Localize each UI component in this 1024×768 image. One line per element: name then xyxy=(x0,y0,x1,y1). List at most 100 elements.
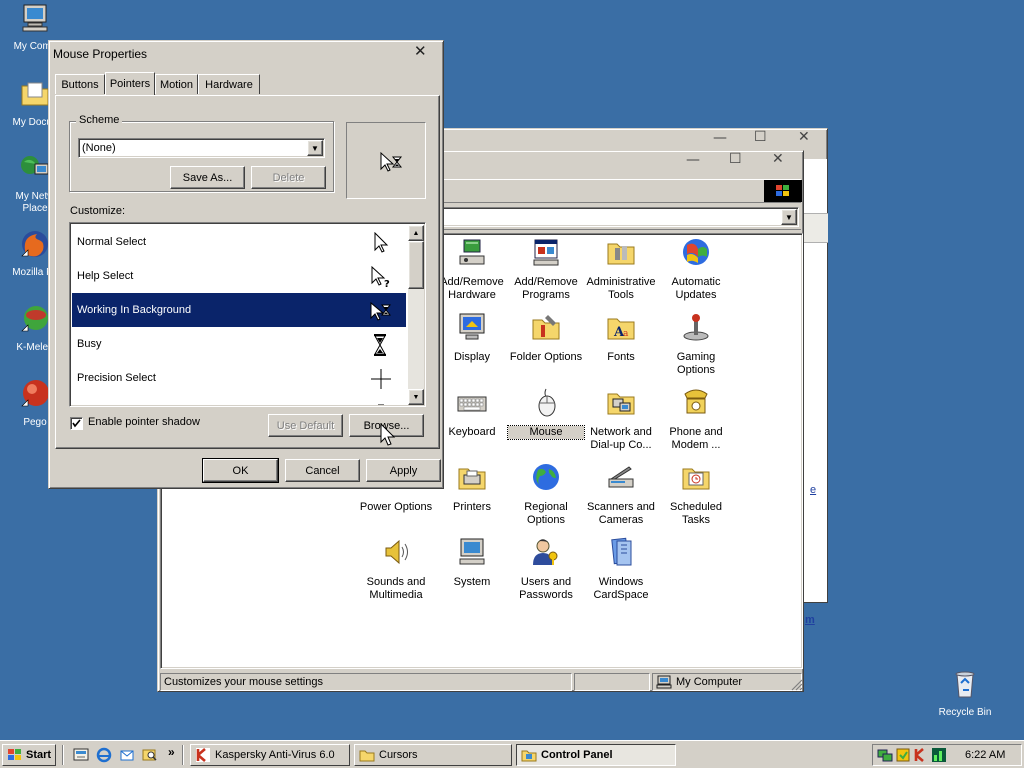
cp-item-users-passwords[interactable]: Users and Passwords xyxy=(508,536,584,602)
cp-item-mouse[interactable]: Mouse xyxy=(507,386,585,440)
customize-label: Customize: xyxy=(70,205,126,217)
cp-item-gaming-options[interactable]: Gaming Options xyxy=(658,311,734,377)
scheme-dropdown-button[interactable]: ▼ xyxy=(307,140,323,156)
cp-item-administrative-tools[interactable]: Administrative Tools xyxy=(583,236,659,302)
windows-flag-icon xyxy=(8,749,21,760)
desktop-icon-recycle-bin[interactable]: Recycle Bin xyxy=(930,668,1000,719)
minimize-icon[interactable]: — xyxy=(713,130,727,146)
cp-item-folder-options[interactable]: Folder Options xyxy=(508,311,584,364)
cp-item-label: Windows CardSpace xyxy=(593,576,649,601)
delete-button: Delete xyxy=(251,166,326,189)
pointer-row-working-in-background[interactable]: Working In Background xyxy=(72,293,406,327)
keyboard-icon xyxy=(457,396,487,412)
arrow-cursor-icon xyxy=(374,232,389,253)
cp-item-label: Sounds and Multimedia xyxy=(366,576,426,601)
task-label: Control Panel xyxy=(541,749,613,761)
taskbar: Start » Kaspersky Anti-Virus 6.0 Cursors… xyxy=(0,740,1024,768)
cp-item-windows-cardspace[interactable]: Windows CardSpace xyxy=(583,536,659,602)
quick-launch-chevron[interactable]: » xyxy=(168,745,175,759)
globe-icon xyxy=(533,464,559,490)
pointer-row-normal-select[interactable]: Normal Select xyxy=(72,225,406,259)
scheme-select[interactable]: (None) ▼ xyxy=(78,138,325,158)
cp-item-add-remove-programs[interactable]: Add/Remove Programs xyxy=(508,236,584,302)
save-as-button[interactable]: Save As... xyxy=(170,166,245,189)
svg-text:?: ? xyxy=(384,279,390,288)
kaspersky-icon xyxy=(196,748,210,762)
use-default-button: Use Default xyxy=(268,414,343,437)
maximize-icon[interactable]: ☐ xyxy=(754,129,767,145)
security-tray-icon[interactable] xyxy=(895,747,911,763)
performance-tray-icon[interactable] xyxy=(931,747,947,763)
cp-item-system[interactable]: System xyxy=(434,536,510,589)
cp-item-scanners-cameras[interactable]: Scanners and Cameras xyxy=(583,461,659,527)
status-text: Customizes your mouse settings xyxy=(164,676,323,688)
task-control-panel[interactable]: Control Panel xyxy=(516,744,676,766)
tab-buttons[interactable]: Buttons xyxy=(55,74,105,94)
start-button[interactable]: Start xyxy=(2,744,56,766)
scroll-thumb[interactable] xyxy=(408,241,424,289)
cardspace-icon xyxy=(611,537,632,566)
cp-item-label: System xyxy=(453,576,491,588)
scheduled-tasks-icon xyxy=(682,468,710,490)
outlook-express-icon[interactable] xyxy=(119,747,135,763)
network-tray-icon[interactable] xyxy=(877,747,893,763)
pointer-row-text-select[interactable] xyxy=(72,395,406,405)
cp-item-keyboard[interactable]: Keyboard xyxy=(434,386,510,439)
apply-button[interactable]: Apply xyxy=(366,459,441,482)
resize-grip-icon[interactable] xyxy=(791,679,803,691)
enable-pointer-shadow-label[interactable]: Enable pointer shadow xyxy=(88,416,200,428)
pointer-row-busy[interactable]: Busy xyxy=(72,327,406,361)
pointer-row-label: Help Select xyxy=(77,270,134,282)
windows-logo-box xyxy=(764,180,802,202)
task-cursors[interactable]: Cursors xyxy=(354,744,512,766)
pointer-list-scrollbar[interactable]: ▲ ▼ xyxy=(408,225,424,405)
tab-hardware[interactable]: Hardware xyxy=(198,74,260,94)
minimize-icon[interactable]: — xyxy=(686,152,700,168)
side-link[interactable]: e xyxy=(810,484,816,496)
zone-text: My Computer xyxy=(676,676,743,688)
show-desktop-icon[interactable] xyxy=(73,747,89,763)
scroll-up-button[interactable]: ▲ xyxy=(408,225,424,241)
internet-explorer-icon[interactable] xyxy=(96,747,112,763)
pointer-row-label: Normal Select xyxy=(77,236,147,248)
cp-item-sounds-multimedia[interactable]: Sounds and Multimedia xyxy=(358,536,434,602)
chameleon-icon xyxy=(21,306,48,332)
pointer-row-help-select[interactable]: Help Select ? xyxy=(72,259,406,293)
side-link[interactable]: m xyxy=(805,614,815,626)
windows-update-icon xyxy=(683,239,709,265)
cp-item-add-remove-hardware[interactable]: Add/Remove Hardware xyxy=(434,236,510,302)
tab-pointers[interactable]: Pointers xyxy=(105,72,155,95)
cp-item-automatic-updates[interactable]: Automatic Updates xyxy=(658,236,734,302)
cancel-button[interactable]: Cancel xyxy=(285,459,360,482)
task-kaspersky[interactable]: Kaspersky Anti-Virus 6.0 xyxy=(190,744,350,766)
cp-item-printers[interactable]: Printers xyxy=(434,461,510,514)
address-dropdown-button[interactable]: ▼ xyxy=(781,209,797,225)
clock[interactable]: 6:22 AM xyxy=(965,749,1005,761)
mouse-pointer-icon xyxy=(380,423,396,446)
pointer-row-precision-select[interactable]: Precision Select xyxy=(72,361,406,395)
ok-button[interactable]: OK xyxy=(202,458,279,483)
cp-item-scheduled-tasks[interactable]: Scheduled Tasks xyxy=(658,461,734,527)
enable-pointer-shadow-checkbox[interactable] xyxy=(70,417,83,430)
mouse-properties-dialog[interactable]: Mouse Properties ✕ Buttons Pointers Moti… xyxy=(48,40,444,489)
close-icon[interactable]: ✕ xyxy=(772,151,784,167)
cp-item-phone-modem[interactable]: Phone and Modem ... xyxy=(658,386,734,452)
close-icon[interactable]: ✕ xyxy=(798,129,810,145)
kaspersky-tray-icon[interactable] xyxy=(913,747,929,763)
task-label: Kaspersky Anti-Virus 6.0 xyxy=(215,749,335,761)
users-icon xyxy=(533,539,558,565)
tab-motion[interactable]: Motion xyxy=(155,74,198,94)
close-icon[interactable]: ✕ xyxy=(414,42,427,60)
cp-item-regional-options[interactable]: Regional Options xyxy=(508,461,584,527)
cp-item-display[interactable]: Display xyxy=(434,311,510,364)
joystick-icon xyxy=(683,314,709,341)
cp-item-label: Scheduled Tasks xyxy=(670,501,722,526)
search-icon[interactable] xyxy=(142,747,158,763)
maximize-icon[interactable]: ☐ xyxy=(729,151,742,167)
scroll-down-button[interactable]: ▼ xyxy=(408,389,424,405)
cp-item-label: Add/Remove Programs xyxy=(514,276,578,301)
cp-item-label: Add/Remove Hardware xyxy=(440,276,504,301)
scheme-group-label: Scheme xyxy=(76,114,123,126)
cp-item-network-dialup[interactable]: Network and Dial-up Co... xyxy=(583,386,659,452)
cp-item-fonts[interactable]: A a Fonts xyxy=(583,311,659,364)
